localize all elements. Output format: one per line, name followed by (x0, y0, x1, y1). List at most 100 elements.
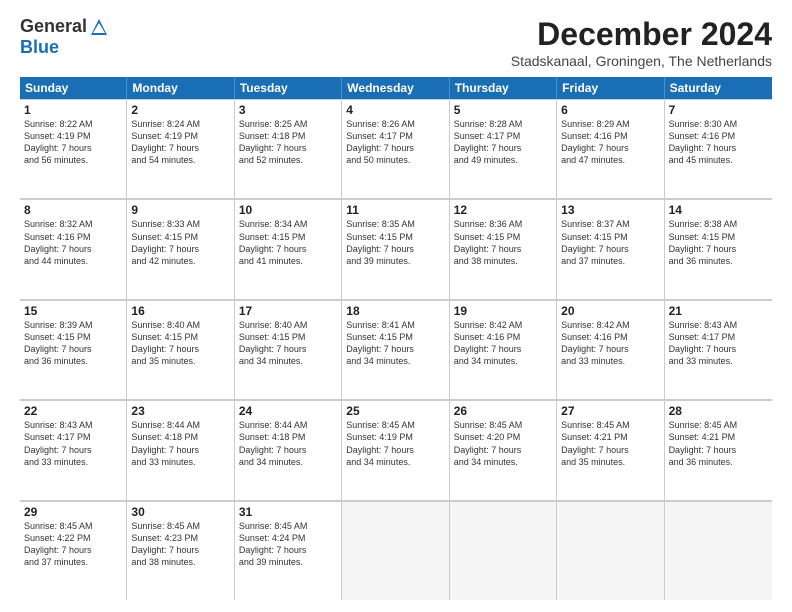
cal-cell: 6Sunrise: 8:29 AMSunset: 4:16 PMDaylight… (557, 99, 664, 198)
day-number: 11 (346, 203, 444, 217)
day-number: 28 (669, 404, 768, 418)
logo-icon (89, 17, 109, 37)
cell-info: Sunrise: 8:45 AMSunset: 4:21 PMDaylight:… (669, 419, 768, 468)
cal-cell: 16Sunrise: 8:40 AMSunset: 4:15 PMDayligh… (127, 300, 234, 399)
cell-info: Sunrise: 8:26 AMSunset: 4:17 PMDaylight:… (346, 118, 444, 167)
cal-cell: 24Sunrise: 8:44 AMSunset: 4:18 PMDayligh… (235, 400, 342, 499)
cal-cell: 3Sunrise: 8:25 AMSunset: 4:18 PMDaylight… (235, 99, 342, 198)
cal-cell (342, 501, 449, 600)
header-day-friday: Friday (557, 77, 664, 99)
week-row-4: 22Sunrise: 8:43 AMSunset: 4:17 PMDayligh… (20, 400, 772, 500)
cell-info: Sunrise: 8:42 AMSunset: 4:16 PMDaylight:… (454, 319, 552, 368)
day-number: 4 (346, 103, 444, 117)
cal-cell: 2Sunrise: 8:24 AMSunset: 4:19 PMDaylight… (127, 99, 234, 198)
day-number: 1 (24, 103, 122, 117)
cell-info: Sunrise: 8:25 AMSunset: 4:18 PMDaylight:… (239, 118, 337, 167)
cell-info: Sunrise: 8:24 AMSunset: 4:19 PMDaylight:… (131, 118, 229, 167)
logo: General Blue (20, 16, 109, 58)
week-row-5: 29Sunrise: 8:45 AMSunset: 4:22 PMDayligh… (20, 501, 772, 600)
cell-info: Sunrise: 8:45 AMSunset: 4:19 PMDaylight:… (346, 419, 444, 468)
cell-info: Sunrise: 8:41 AMSunset: 4:15 PMDaylight:… (346, 319, 444, 368)
cell-info: Sunrise: 8:44 AMSunset: 4:18 PMDaylight:… (131, 419, 229, 468)
logo-general-text: General (20, 16, 87, 37)
cell-info: Sunrise: 8:34 AMSunset: 4:15 PMDaylight:… (239, 218, 337, 267)
cell-info: Sunrise: 8:45 AMSunset: 4:24 PMDaylight:… (239, 520, 337, 569)
cal-cell: 17Sunrise: 8:40 AMSunset: 4:15 PMDayligh… (235, 300, 342, 399)
day-number: 18 (346, 304, 444, 318)
cal-cell: 14Sunrise: 8:38 AMSunset: 4:15 PMDayligh… (665, 199, 772, 298)
cal-cell (665, 501, 772, 600)
page: General Blue December 2024 Stadskanaal, … (0, 0, 792, 612)
day-number: 2 (131, 103, 229, 117)
day-number: 17 (239, 304, 337, 318)
cal-cell: 4Sunrise: 8:26 AMSunset: 4:17 PMDaylight… (342, 99, 449, 198)
cell-info: Sunrise: 8:42 AMSunset: 4:16 PMDaylight:… (561, 319, 659, 368)
day-number: 13 (561, 203, 659, 217)
header-day-tuesday: Tuesday (235, 77, 342, 99)
cell-info: Sunrise: 8:43 AMSunset: 4:17 PMDaylight:… (24, 419, 122, 468)
cal-cell: 1Sunrise: 8:22 AMSunset: 4:19 PMDaylight… (20, 99, 127, 198)
cal-cell: 19Sunrise: 8:42 AMSunset: 4:16 PMDayligh… (450, 300, 557, 399)
cell-info: Sunrise: 8:43 AMSunset: 4:17 PMDaylight:… (669, 319, 768, 368)
day-number: 10 (239, 203, 337, 217)
day-number: 27 (561, 404, 659, 418)
cell-info: Sunrise: 8:44 AMSunset: 4:18 PMDaylight:… (239, 419, 337, 468)
day-number: 22 (24, 404, 122, 418)
cell-info: Sunrise: 8:28 AMSunset: 4:17 PMDaylight:… (454, 118, 552, 167)
cal-cell: 7Sunrise: 8:30 AMSunset: 4:16 PMDaylight… (665, 99, 772, 198)
calendar-header: SundayMondayTuesdayWednesdayThursdayFrid… (20, 77, 772, 99)
cal-cell: 9Sunrise: 8:33 AMSunset: 4:15 PMDaylight… (127, 199, 234, 298)
cal-cell: 8Sunrise: 8:32 AMSunset: 4:16 PMDaylight… (20, 199, 127, 298)
cell-info: Sunrise: 8:39 AMSunset: 4:15 PMDaylight:… (24, 319, 122, 368)
day-number: 29 (24, 505, 122, 519)
week-row-3: 15Sunrise: 8:39 AMSunset: 4:15 PMDayligh… (20, 300, 772, 400)
day-number: 26 (454, 404, 552, 418)
month-title: December 2024 (511, 16, 772, 53)
cal-cell: 28Sunrise: 8:45 AMSunset: 4:21 PMDayligh… (665, 400, 772, 499)
calendar: SundayMondayTuesdayWednesdayThursdayFrid… (20, 77, 772, 600)
cal-cell: 5Sunrise: 8:28 AMSunset: 4:17 PMDaylight… (450, 99, 557, 198)
day-number: 5 (454, 103, 552, 117)
cell-info: Sunrise: 8:45 AMSunset: 4:23 PMDaylight:… (131, 520, 229, 569)
cell-info: Sunrise: 8:40 AMSunset: 4:15 PMDaylight:… (131, 319, 229, 368)
cell-info: Sunrise: 8:29 AMSunset: 4:16 PMDaylight:… (561, 118, 659, 167)
cell-info: Sunrise: 8:38 AMSunset: 4:15 PMDaylight:… (669, 218, 768, 267)
cal-cell (557, 501, 664, 600)
day-number: 21 (669, 304, 768, 318)
header-day-wednesday: Wednesday (342, 77, 449, 99)
location: Stadskanaal, Groningen, The Netherlands (511, 53, 772, 69)
title-section: December 2024 Stadskanaal, Groningen, Th… (511, 16, 772, 69)
cal-cell: 30Sunrise: 8:45 AMSunset: 4:23 PMDayligh… (127, 501, 234, 600)
cell-info: Sunrise: 8:45 AMSunset: 4:20 PMDaylight:… (454, 419, 552, 468)
day-number: 25 (346, 404, 444, 418)
cell-info: Sunrise: 8:36 AMSunset: 4:15 PMDaylight:… (454, 218, 552, 267)
day-number: 12 (454, 203, 552, 217)
cal-cell: 12Sunrise: 8:36 AMSunset: 4:15 PMDayligh… (450, 199, 557, 298)
header-day-saturday: Saturday (665, 77, 772, 99)
cell-info: Sunrise: 8:32 AMSunset: 4:16 PMDaylight:… (24, 218, 122, 267)
cal-cell: 25Sunrise: 8:45 AMSunset: 4:19 PMDayligh… (342, 400, 449, 499)
day-number: 20 (561, 304, 659, 318)
cell-info: Sunrise: 8:40 AMSunset: 4:15 PMDaylight:… (239, 319, 337, 368)
cell-info: Sunrise: 8:30 AMSunset: 4:16 PMDaylight:… (669, 118, 768, 167)
day-number: 30 (131, 505, 229, 519)
day-number: 15 (24, 304, 122, 318)
cell-info: Sunrise: 8:45 AMSunset: 4:21 PMDaylight:… (561, 419, 659, 468)
cell-info: Sunrise: 8:33 AMSunset: 4:15 PMDaylight:… (131, 218, 229, 267)
week-row-1: 1Sunrise: 8:22 AMSunset: 4:19 PMDaylight… (20, 99, 772, 199)
day-number: 6 (561, 103, 659, 117)
day-number: 24 (239, 404, 337, 418)
header: General Blue December 2024 Stadskanaal, … (20, 16, 772, 69)
cell-info: Sunrise: 8:37 AMSunset: 4:15 PMDaylight:… (561, 218, 659, 267)
cal-cell: 13Sunrise: 8:37 AMSunset: 4:15 PMDayligh… (557, 199, 664, 298)
cal-cell: 20Sunrise: 8:42 AMSunset: 4:16 PMDayligh… (557, 300, 664, 399)
cal-cell: 21Sunrise: 8:43 AMSunset: 4:17 PMDayligh… (665, 300, 772, 399)
day-number: 14 (669, 203, 768, 217)
logo-blue-text: Blue (20, 37, 59, 58)
day-number: 19 (454, 304, 552, 318)
week-row-2: 8Sunrise: 8:32 AMSunset: 4:16 PMDaylight… (20, 199, 772, 299)
cal-cell: 18Sunrise: 8:41 AMSunset: 4:15 PMDayligh… (342, 300, 449, 399)
day-number: 31 (239, 505, 337, 519)
calendar-body: 1Sunrise: 8:22 AMSunset: 4:19 PMDaylight… (20, 99, 772, 600)
cal-cell: 10Sunrise: 8:34 AMSunset: 4:15 PMDayligh… (235, 199, 342, 298)
